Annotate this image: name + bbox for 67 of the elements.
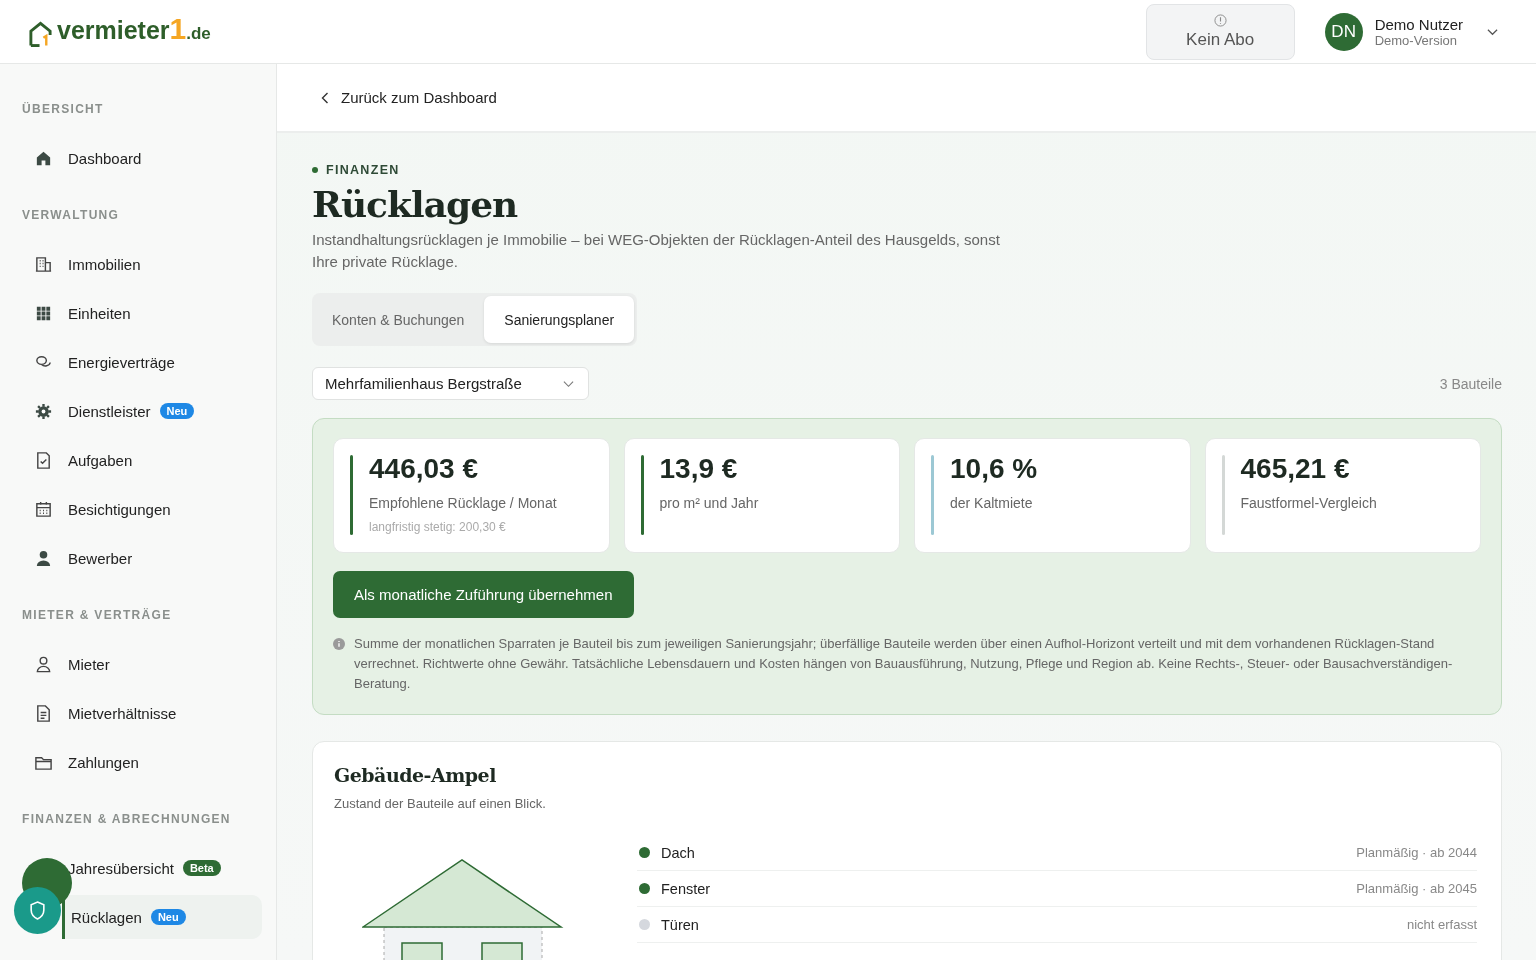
- chevron-down-icon: [563, 379, 574, 388]
- component-count: 3 Bauteile: [1439, 375, 1502, 392]
- component-status: Planmäßig · ab 2045: [1356, 881, 1477, 896]
- person-icon: [34, 654, 53, 674]
- nav-item[interactable]: Dashboard: [14, 136, 262, 180]
- chevron-down-icon[interactable]: [1487, 27, 1498, 36]
- section-heading: MIETER & VERTRÄGE: [21, 607, 173, 624]
- nav-item[interactable]: Bewerber: [14, 536, 262, 580]
- section-heading: FINANZEN & ABRECHNUNGEN: [21, 811, 232, 828]
- component-status: nicht erfasst: [1406, 917, 1477, 932]
- section-heading: VERWALTUNG: [21, 207, 121, 224]
- section-heading: ÜBERSICHT: [21, 101, 105, 118]
- gear-icon: [34, 401, 53, 421]
- metric-label: pro m² und Jahr: [659, 495, 759, 511]
- info-icon: [333, 638, 345, 650]
- metric-label: Faustformel-Vergleich: [1240, 495, 1377, 511]
- chevron-left-icon: [321, 91, 329, 104]
- nav-item[interactable]: Mieter: [14, 642, 262, 686]
- metric-value: 465,21 €: [1240, 453, 1351, 485]
- logo-text: vermieter1.de: [57, 15, 211, 47]
- component-name: Türen: [661, 916, 700, 933]
- back-link[interactable]: Zurück zum Dashboard: [321, 89, 497, 106]
- shield-icon: [29, 901, 46, 920]
- nav-item[interactable]: Energieverträge: [14, 340, 262, 384]
- metric-value: 446,03 €: [369, 453, 479, 485]
- card-subtitle: Zustand der Bauteile auf einen Blick.: [334, 796, 547, 811]
- nav-item[interactable]: Immobilien: [14, 242, 262, 286]
- task-icon: [34, 450, 53, 470]
- badge: Neu: [159, 403, 195, 419]
- apply-button[interactable]: Als monatliche Zuführung übernehmen: [333, 571, 634, 618]
- person-icon: [34, 548, 53, 568]
- tab[interactable]: Sanierungsplaner: [484, 296, 635, 343]
- badge: Beta: [182, 860, 221, 876]
- component-name: Fenster: [661, 880, 712, 897]
- nav-item[interactable]: Einheiten: [14, 291, 262, 335]
- user-avatar[interactable]: DN: [1324, 12, 1363, 51]
- info-icon: [1213, 13, 1227, 27]
- metric-value: 13,9 €: [659, 453, 739, 485]
- metric-value: 10,6 %: [950, 453, 1038, 485]
- nav-item[interactable]: Aufgaben: [14, 438, 262, 482]
- document-icon: [34, 703, 53, 723]
- nav-item[interactable]: Rücklagen Neu: [62, 895, 262, 939]
- subscription-button[interactable]: Kein Abo: [1145, 3, 1295, 60]
- user-name: Demo Nutzer: [1374, 15, 1463, 33]
- building-icon: [34, 254, 53, 274]
- tab[interactable]: Konten & Buchungen: [312, 296, 485, 343]
- page-title: Rücklagen: [312, 183, 519, 225]
- nav-item[interactable]: Zahlungen: [14, 740, 262, 784]
- metric-label: der Kaltmiete: [950, 495, 1034, 511]
- badge: Neu: [150, 909, 186, 925]
- house-logo-icon: [28, 20, 53, 48]
- calendar-icon: [34, 499, 53, 519]
- component-status: Planmäßig · ab 2044: [1356, 845, 1477, 860]
- metric-label: Empfohlene Rücklage / Monat: [369, 495, 557, 511]
- page-description: Instandhaltungsrücklagen je Immobilie – bei WEG-Objekten der Rücklagen-Anteil des Hausgelds, sonst Ihre private Rücklage.: [312, 230, 1001, 272]
- nav-item[interactable]: Mietverhältnisse: [14, 691, 262, 735]
- card-title: Gebäude-Ampel: [334, 764, 497, 786]
- nav-item[interactable]: Dienstleister Neu: [14, 389, 262, 433]
- nav-item[interactable]: Jahresübersicht Beta: [14, 846, 262, 890]
- logo[interactable]: vermieter1.de: [28, 15, 211, 48]
- user-role: Demo-Version: [1374, 32, 1458, 48]
- info-text: Summe der monatlichen Sparraten je Bauteil bis zum jeweiligen Sanierungsjahr; überfällige Bauteile werden über einen Aufhol-Horizont verteilt und mit dem vorhandenen Rücklagen-Stand verrechnet. Richtwerte ohne Gewähr. Tatsächliche Lebensdauern und Kosten hängen von Bauausführung, Nutzung, Pflege und Region ab. Keine Rechts-, Steuer- oder Bausachverständigen-Beratung.: [354, 635, 1454, 693]
- section-eyebrow: FINANZEN: [312, 163, 400, 177]
- metric-note: langfristig stetig: 200,30 €: [369, 520, 507, 534]
- property-select[interactable]: Mehrfamilienhaus Bergstraße: [312, 367, 589, 400]
- component-name: Dach: [661, 844, 696, 861]
- nav-item[interactable]: Besichtigungen: [14, 487, 262, 531]
